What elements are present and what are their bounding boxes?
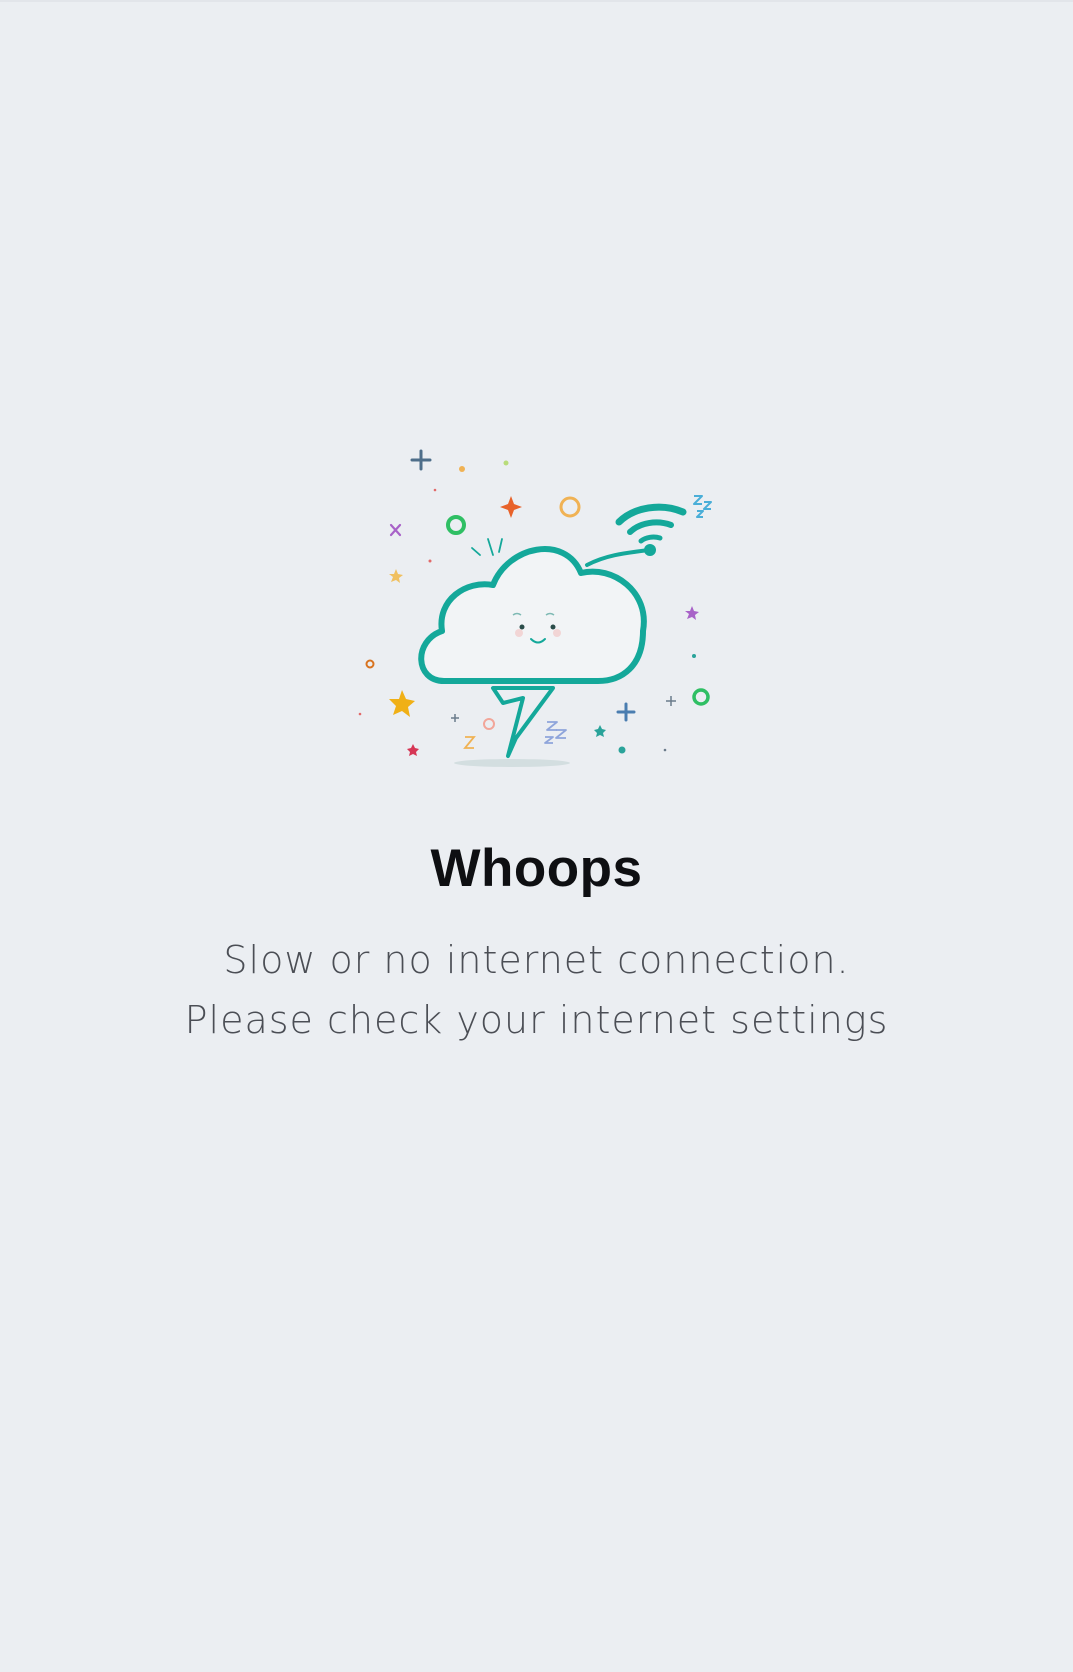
wifi-icon	[615, 503, 687, 544]
sleep-z-icon	[544, 721, 567, 744]
shadow-shape	[454, 759, 570, 767]
wifi-plug-icon	[644, 544, 656, 556]
offline-cloud-icon	[358, 449, 712, 767]
error-message-line: Please check your internet settings	[184, 998, 889, 1042]
alert-marks-icon	[471, 538, 503, 556]
error-message: Slow or no internet connection. Please c…	[0, 930, 1073, 1050]
lightning-bolt-icon	[491, 686, 555, 758]
cloud-icon	[418, 546, 647, 684]
sleep-z-icon	[693, 495, 712, 518]
status-divider	[0, 0, 1073, 2]
error-message-line: Slow or no internet connection.	[223, 938, 850, 982]
offline-illustration	[352, 440, 732, 770]
page-title: Whoops	[430, 839, 643, 898]
